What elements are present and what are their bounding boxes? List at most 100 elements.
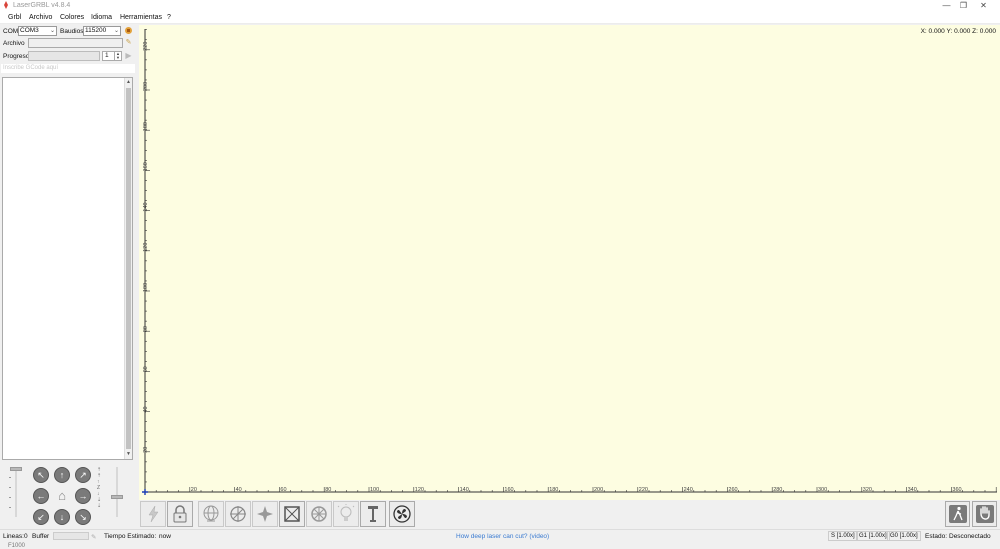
jog-panel: ↖ ↑ ↗ ← ⌂ → ↙ ↓ ↘ ⇡ ⇡ ↑ Z ↓ ⇣ ⇣ bbox=[0, 464, 137, 529]
scroll-thumb[interactable] bbox=[126, 88, 131, 449]
menu-idioma[interactable]: Idioma bbox=[91, 14, 112, 21]
step-slider[interactable] bbox=[111, 467, 123, 517]
file-path-field[interactable] bbox=[28, 38, 123, 48]
gcode-command-input[interactable]: Inscribe GCode aquí bbox=[1, 64, 135, 73]
bottom-toolbar bbox=[139, 501, 1000, 529]
state-value: Desconectado bbox=[949, 533, 991, 540]
s-override-badge[interactable]: S [1.00x] bbox=[828, 531, 858, 541]
buffer-bar bbox=[53, 532, 89, 540]
lines-value: 0 bbox=[24, 533, 28, 540]
globe-icon bbox=[203, 505, 219, 522]
unlock-button[interactable] bbox=[167, 501, 193, 527]
menu-grbl[interactable]: Grbl bbox=[8, 14, 21, 21]
menu-herramientas[interactable]: Herramientas bbox=[120, 14, 162, 21]
connect-icon[interactable] bbox=[124, 26, 133, 35]
globe-button[interactable] bbox=[198, 501, 224, 527]
time-value: now bbox=[159, 533, 171, 540]
stepper-arrows-icon[interactable]: ▲ ▼ bbox=[114, 52, 121, 60]
x-tick-label: 300 bbox=[818, 487, 827, 493]
frame-button[interactable] bbox=[279, 501, 305, 527]
center-target-button[interactable] bbox=[225, 501, 251, 527]
scroll-up-icon[interactable]: ▲ bbox=[125, 78, 132, 87]
com-port-value: COM3 bbox=[20, 27, 39, 34]
jog-up-button[interactable]: ↑ bbox=[54, 467, 70, 483]
x-tick-label: 280 bbox=[773, 487, 782, 493]
chevron-down-icon: ⌄ bbox=[49, 28, 55, 34]
com-label: COM bbox=[3, 28, 19, 35]
y-tick-label: 200 bbox=[143, 82, 149, 91]
copies-stepper[interactable]: 1 ▲ ▼ bbox=[102, 51, 122, 61]
feed-rate-label: F1000 bbox=[8, 543, 26, 549]
y-tick-label: 140 bbox=[143, 202, 149, 211]
walk-button[interactable] bbox=[945, 501, 970, 527]
left-panel: COM COM3 ⌄ Baudios 115200 ⌄ Archivo ✎ Prog… bbox=[0, 24, 137, 549]
x-tick-label: 120 bbox=[415, 487, 424, 493]
jog-down-button[interactable]: ↓ bbox=[54, 509, 70, 525]
g0-override-badge[interactable]: G0 [1.00x] bbox=[887, 531, 921, 541]
y-tick-label: 80 bbox=[143, 326, 149, 332]
jog-up-right-button[interactable]: ↗ bbox=[75, 467, 91, 483]
menu-bar: Grbl Archivo Colores Idioma Herramientas… bbox=[0, 11, 1000, 24]
com-port-select[interactable]: COM3 ⌄ bbox=[18, 26, 57, 36]
z-step-arrows-icon[interactable]: ⇡ ⇡ ↑ Z ↓ ⇣ ⇣ bbox=[97, 467, 101, 509]
close-button[interactable]: ✕ bbox=[975, 0, 992, 11]
scroll-down-icon[interactable]: ▼ bbox=[125, 450, 132, 459]
frame-icon bbox=[284, 506, 300, 522]
laser-focus-icon bbox=[368, 506, 378, 522]
y-tick-label: 180 bbox=[143, 122, 149, 131]
x-tick-label: 220 bbox=[639, 487, 648, 493]
x-tick-label: 140 bbox=[460, 487, 469, 493]
jog-down-left-button[interactable]: ↙ bbox=[33, 509, 49, 525]
command-log[interactable]: ▲ ▼ bbox=[2, 77, 133, 460]
lines-label: Lineas: bbox=[3, 533, 24, 540]
restore-button[interactable]: ❐ bbox=[955, 0, 972, 11]
feed-slider[interactable] bbox=[9, 467, 22, 517]
app-logo-icon bbox=[4, 1, 8, 9]
g1-override-badge[interactable]: G1 [1.00x] bbox=[856, 531, 890, 541]
z-label: Z bbox=[97, 485, 101, 491]
time-label: Tiempo Estimado: bbox=[104, 533, 157, 540]
x-tick-label: 60 bbox=[280, 487, 286, 493]
x-tick-label: 240 bbox=[684, 487, 693, 493]
jog-down-right-button[interactable]: ↘ bbox=[75, 509, 91, 525]
run-icon[interactable]: ▶ bbox=[124, 51, 133, 60]
minimize-button[interactable]: — bbox=[938, 0, 955, 11]
y-tick-label: 20 bbox=[143, 447, 149, 453]
menu-help[interactable]: ? bbox=[167, 14, 171, 21]
pencil-icon[interactable]: ✎ bbox=[124, 38, 133, 47]
x-tick-label: 200 bbox=[594, 487, 603, 493]
chevron-down-icon: ⌄ bbox=[113, 28, 119, 34]
fan-button[interactable] bbox=[389, 501, 415, 527]
y-tick-label: 160 bbox=[143, 162, 149, 171]
stop-hand-button[interactable] bbox=[972, 501, 997, 527]
reset-icon bbox=[148, 505, 159, 523]
jog-right-button[interactable]: → bbox=[75, 488, 91, 504]
baud-label: Baudios bbox=[60, 28, 84, 35]
feed-slider-knob[interactable] bbox=[10, 467, 22, 471]
video-link[interactable]: How deep laser can cut? (video) bbox=[456, 533, 549, 540]
x-tick-label: 360 bbox=[952, 487, 961, 493]
x-tick-label: 40 bbox=[236, 487, 242, 493]
log-scrollbar[interactable]: ▲ ▼ bbox=[124, 78, 132, 459]
origin-marker-icon bbox=[142, 489, 148, 495]
jog-up-left-button[interactable]: ↖ bbox=[33, 467, 49, 483]
y-tick-label: 60 bbox=[143, 366, 149, 372]
walk-icon bbox=[948, 505, 967, 523]
laser-grbl-window: LaserGRBL v4.8.4 — ❐ ✕ Grbl Archivo Colo… bbox=[0, 0, 1000, 549]
jog-left-button[interactable]: ← bbox=[33, 488, 49, 504]
preview-canvas[interactable]: 20 40 60 80 100 120 140 160 180 200 220 240 260 280 30… bbox=[139, 25, 1000, 500]
laser-focus-button[interactable] bbox=[360, 501, 386, 527]
wheel-button[interactable] bbox=[306, 501, 332, 527]
wheel-icon bbox=[311, 506, 327, 522]
star-button[interactable] bbox=[252, 501, 278, 527]
reset-button[interactable] bbox=[140, 501, 166, 527]
menu-colores[interactable]: Colores bbox=[60, 14, 84, 21]
step-slider-knob[interactable] bbox=[111, 495, 123, 499]
buffer-icon: ✎ bbox=[91, 534, 97, 541]
menu-archivo[interactable]: Archivo bbox=[29, 14, 52, 21]
buffer-label: Buffer bbox=[32, 533, 50, 540]
lamp-button[interactable] bbox=[333, 501, 359, 527]
baud-rate-select[interactable]: 115200 ⌄ bbox=[83, 26, 121, 36]
x-tick-label: 320 bbox=[863, 487, 872, 493]
home-icon[interactable]: ⌂ bbox=[54, 488, 70, 504]
